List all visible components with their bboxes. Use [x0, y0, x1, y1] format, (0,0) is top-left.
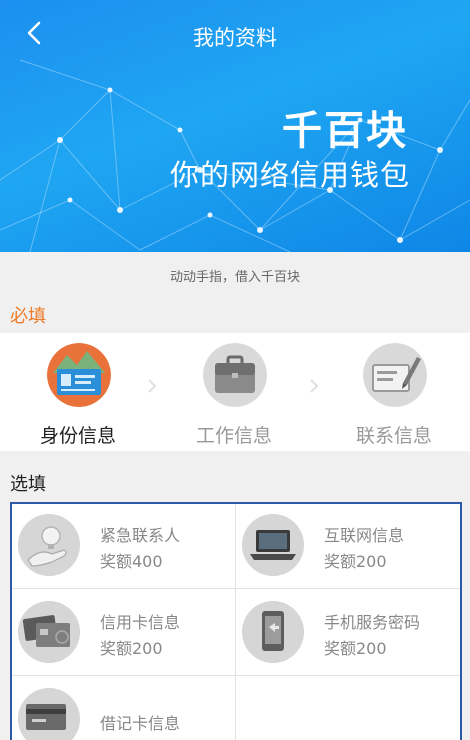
contact-card-icon	[363, 343, 427, 407]
step-label: 身份信息	[39, 425, 116, 447]
briefcase-icon	[203, 343, 267, 407]
required-steps: 身份信息 工作信息 联系信息	[0, 333, 470, 451]
phone-icon	[242, 601, 304, 663]
brand-slogan: 你的网络信用钱包	[169, 158, 410, 192]
item-credit-card-info[interactable]: 信用卡信息 奖额200	[12, 589, 236, 675]
step-work-info[interactable]: 工作信息	[156, 333, 312, 451]
id-card-icon	[47, 343, 111, 407]
required-section-label: 必填	[10, 306, 46, 327]
step-contact-info[interactable]: 联系信息	[316, 333, 470, 451]
tagline: 动动手指，借入千百块	[169, 270, 300, 285]
item-bonus: 奖额400	[100, 552, 163, 571]
item-name: 信用卡信息	[100, 613, 181, 632]
credit-card-icon	[18, 601, 80, 663]
item-debit-card-info[interactable]: 借记卡信息	[12, 676, 236, 740]
item-bonus: 奖额200	[100, 639, 163, 658]
step-identity-info[interactable]: 身份信息	[0, 333, 156, 451]
item-bonus: 奖额200	[324, 552, 387, 571]
brand-name: 千百块	[282, 108, 408, 154]
item-internet-info[interactable]: 互联网信息 奖额200	[236, 504, 460, 588]
optional-section-label: 选填	[10, 474, 46, 495]
header-banner: 我的资料 千百块 你的网络信用钱包	[0, 0, 470, 252]
item-name: 互联网信息	[324, 526, 405, 545]
item-bonus: 奖额200	[324, 639, 387, 658]
step-label: 工作信息	[195, 425, 272, 447]
item-name: 借记卡信息	[100, 714, 181, 733]
hand-bulb-icon	[18, 514, 80, 576]
page-title: 我的资料	[193, 26, 277, 50]
debit-card-icon	[18, 688, 80, 740]
item-name: 手机服务密码	[324, 613, 421, 632]
item-name: 紧急联系人	[100, 526, 181, 545]
item-emergency-contact[interactable]: 紧急联系人 奖额400	[12, 504, 236, 588]
item-phone-password[interactable]: 手机服务密码 奖额200	[236, 589, 460, 675]
step-label: 联系信息	[355, 425, 432, 447]
laptop-icon	[242, 514, 304, 576]
optional-items-grid: 紧急联系人 奖额400 互联网信息 奖额200 信用卡信息 奖额200 手机服务…	[10, 502, 462, 740]
